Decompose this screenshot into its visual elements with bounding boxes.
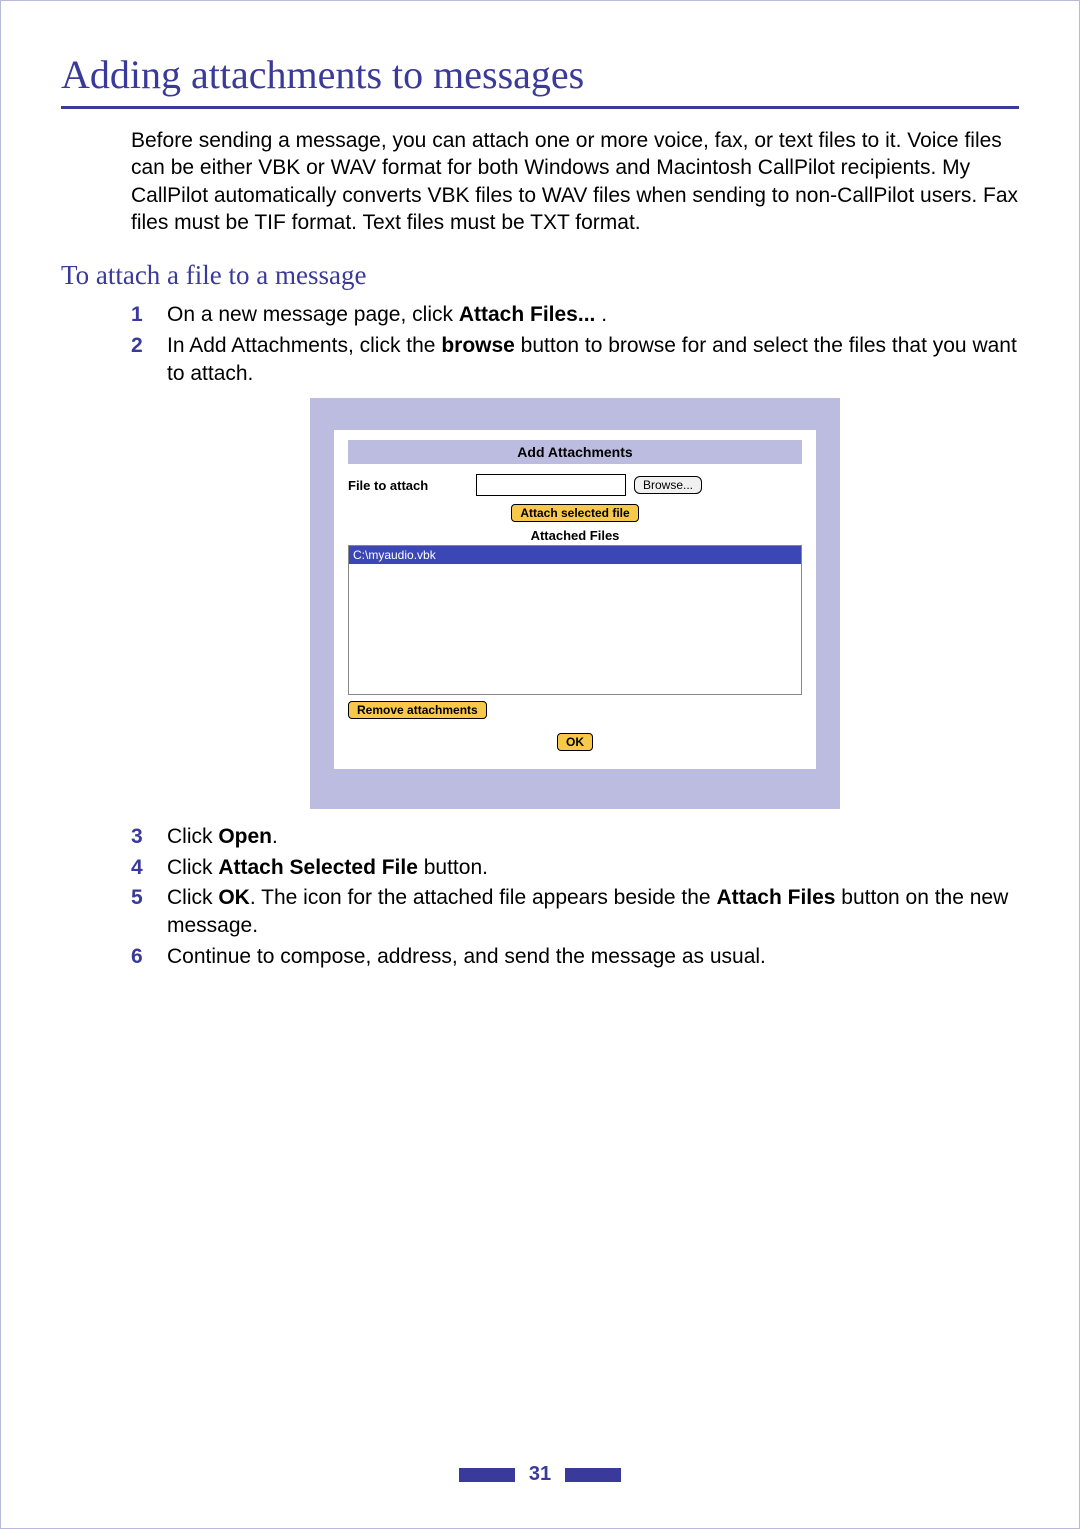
- step-text: In Add Attachments, click the browse but…: [167, 332, 1019, 389]
- dialog-screenshot: Add Attachments File to attach Browse...…: [310, 398, 840, 809]
- footer-bar-right: [565, 1468, 621, 1482]
- attached-file-item[interactable]: C:\myaudio.vbk: [349, 546, 801, 564]
- file-to-attach-row: File to attach Browse...: [348, 474, 802, 496]
- step-number: 3: [131, 823, 167, 851]
- page-footer: 31: [61, 1463, 1019, 1486]
- attached-files-list[interactable]: C:\myaudio.vbk: [348, 545, 802, 695]
- page-number: 31: [529, 1463, 551, 1486]
- step-3: 3 Click Open.: [131, 823, 1019, 851]
- step-1: 1 On a new message page, click Attach Fi…: [131, 301, 1019, 329]
- step-text: Click Attach Selected File button.: [167, 854, 488, 882]
- step-6: 6 Continue to compose, address, and send…: [131, 943, 1019, 971]
- step-4: 4 Click Attach Selected File button.: [131, 854, 1019, 882]
- title-rule: [61, 106, 1019, 109]
- footer-bar-left: [459, 1468, 515, 1482]
- file-to-attach-label: File to attach: [348, 478, 468, 493]
- dialog-title: Add Attachments: [348, 440, 802, 464]
- section-subheading: To attach a file to a message: [61, 260, 1019, 291]
- step-text: Continue to compose, address, and send t…: [167, 943, 766, 971]
- page-title: Adding attachments to messages: [61, 51, 1019, 98]
- browse-button[interactable]: Browse...: [634, 476, 702, 494]
- document-page: Adding attachments to messages Before se…: [0, 0, 1080, 1529]
- ok-button[interactable]: OK: [557, 733, 593, 751]
- file-path-input[interactable]: [476, 474, 626, 496]
- step-2: 2 In Add Attachments, click the browse b…: [131, 332, 1019, 389]
- steps-list: 1 On a new message page, click Attach Fi…: [131, 301, 1019, 971]
- step-number: 2: [131, 332, 167, 389]
- attach-selected-row: Attach selected file: [348, 504, 802, 522]
- step-number: 5: [131, 884, 167, 941]
- attached-files-label: Attached Files: [348, 528, 802, 543]
- step-number: 4: [131, 854, 167, 882]
- remove-attachments-button[interactable]: Remove attachments: [348, 701, 487, 719]
- add-attachments-dialog: Add Attachments File to attach Browse...…: [334, 430, 816, 769]
- step-text: Click OK. The icon for the attached file…: [167, 884, 1019, 941]
- step-number: 6: [131, 943, 167, 971]
- attach-selected-file-button[interactable]: Attach selected file: [511, 504, 638, 522]
- step-number: 1: [131, 301, 167, 329]
- step-5: 5 Click OK. The icon for the attached fi…: [131, 884, 1019, 941]
- step-text: Click Open.: [167, 823, 278, 851]
- intro-paragraph: Before sending a message, you can attach…: [131, 127, 1019, 236]
- remove-row: Remove attachments: [348, 701, 802, 719]
- step-text: On a new message page, click Attach File…: [167, 301, 607, 329]
- ok-row: OK: [348, 733, 802, 751]
